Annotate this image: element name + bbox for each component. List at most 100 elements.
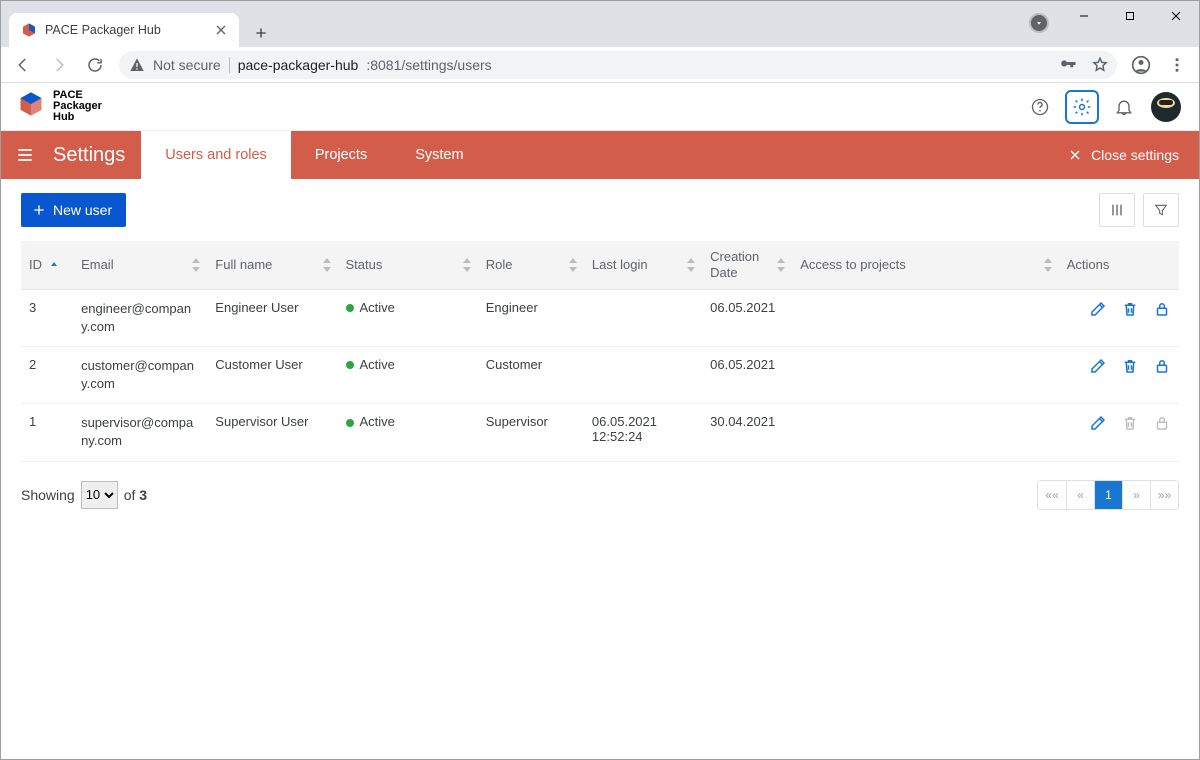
table-row: 1supervisor@company.comSupervisor UserAc… — [21, 404, 1179, 461]
cell-created: 06.05.2021 — [702, 289, 792, 346]
cell-actions — [1059, 346, 1179, 403]
cell-email: engineer@company.com — [73, 289, 207, 346]
cell-id: 1 — [21, 404, 73, 461]
showing-label: Showing — [21, 487, 75, 503]
lock-icon[interactable] — [1153, 300, 1171, 318]
edit-icon[interactable] — [1089, 300, 1107, 318]
content-area: New user ID — [1, 179, 1199, 524]
cube-icon — [21, 22, 37, 38]
col-header-status[interactable]: Status — [338, 241, 478, 289]
col-header-access[interactable]: Access to projects — [792, 241, 1058, 289]
cell-full-name: Engineer User — [207, 289, 337, 346]
delete-icon[interactable] — [1121, 414, 1139, 432]
of-label: of — [124, 487, 136, 503]
app-logo[interactable]: PACE Packager Hub — [17, 90, 102, 123]
status-dot-icon — [346, 304, 354, 312]
table-row: 3engineer@company.comEngineer UserActive… — [21, 289, 1179, 346]
lock-icon[interactable] — [1153, 414, 1171, 432]
url-path: :8081/settings/users — [366, 57, 491, 73]
cell-access — [792, 289, 1058, 346]
key-icon[interactable] — [1059, 56, 1077, 74]
cell-last-login — [584, 289, 702, 346]
browser-toolbar: Not secure pace-packager-hub:8081/settin… — [1, 47, 1199, 83]
sort-icon — [776, 258, 786, 272]
close-settings-button[interactable]: Close settings — [1047, 131, 1199, 179]
tab-projects[interactable]: Projects — [291, 131, 391, 179]
pager-current[interactable]: 1 — [1094, 481, 1122, 509]
lock-icon[interactable] — [1153, 357, 1171, 375]
pager: «« « 1 » »» — [1037, 480, 1179, 510]
cell-created: 30.04.2021 — [702, 404, 792, 461]
cell-last-login — [584, 346, 702, 403]
col-header-full-name[interactable]: Full name — [207, 241, 337, 289]
cube-icon — [17, 90, 45, 123]
app-topbar: PACE Packager Hub — [1, 83, 1199, 131]
bell-icon[interactable] — [1107, 90, 1141, 124]
users-table: ID Email Full name Status Role — [21, 241, 1179, 462]
star-icon[interactable] — [1091, 56, 1109, 74]
not-secure-icon — [129, 57, 145, 73]
kebab-menu-icon[interactable] — [1161, 49, 1193, 81]
delete-icon[interactable] — [1121, 357, 1139, 375]
delete-icon[interactable] — [1121, 300, 1139, 318]
edit-icon[interactable] — [1089, 414, 1107, 432]
tab-search-icon[interactable] — [1029, 13, 1049, 33]
help-icon[interactable] — [1023, 90, 1057, 124]
close-window-button[interactable] — [1153, 1, 1199, 31]
filter-button[interactable] — [1143, 193, 1179, 227]
cell-access — [792, 346, 1058, 403]
close-settings-label: Close settings — [1091, 147, 1179, 163]
cell-role: Supervisor — [478, 404, 584, 461]
reload-button[interactable] — [79, 49, 111, 81]
pager-next[interactable]: » — [1122, 481, 1150, 509]
cell-status: Active — [338, 346, 478, 403]
col-header-creation-date[interactable]: Creation Date — [702, 241, 792, 289]
cell-email: customer@company.com — [73, 346, 207, 403]
page-size-select[interactable]: 10 — [81, 481, 118, 509]
cell-status: Active — [338, 289, 478, 346]
status-dot-icon — [346, 419, 354, 427]
profile-icon[interactable] — [1125, 49, 1157, 81]
col-header-last-login[interactable]: Last login — [584, 241, 702, 289]
cell-email: supervisor@company.com — [73, 404, 207, 461]
not-secure-label: Not secure — [153, 57, 221, 73]
table-footer: Showing 10 of 3 «« « 1 » »» — [21, 480, 1179, 510]
new-user-label: New user — [53, 202, 112, 218]
new-tab-button[interactable] — [247, 19, 275, 47]
col-header-actions: Actions — [1059, 241, 1179, 289]
edit-icon[interactable] — [1089, 357, 1107, 375]
address-bar[interactable]: Not secure pace-packager-hub:8081/settin… — [119, 51, 1117, 79]
pager-prev[interactable]: « — [1066, 481, 1094, 509]
settings-bar: Settings Users and roles Projects System… — [1, 131, 1199, 179]
columns-button[interactable] — [1099, 193, 1135, 227]
tab-system[interactable]: System — [391, 131, 487, 179]
cell-id: 3 — [21, 289, 73, 346]
close-icon[interactable] — [213, 22, 229, 38]
cell-last-login: 06.05.2021 12:52:24 — [584, 404, 702, 461]
tab-users-and-roles[interactable]: Users and roles — [141, 131, 291, 179]
cell-created: 06.05.2021 — [702, 346, 792, 403]
col-header-role[interactable]: Role — [478, 241, 584, 289]
cell-id: 2 — [21, 346, 73, 403]
browser-tab[interactable]: PACE Packager Hub — [9, 13, 239, 47]
cell-status: Active — [338, 404, 478, 461]
menu-icon[interactable] — [1, 131, 49, 179]
pager-last[interactable]: »» — [1150, 481, 1178, 509]
back-button[interactable] — [7, 49, 39, 81]
pager-first[interactable]: «« — [1038, 481, 1066, 509]
table-row: 2customer@company.comCustomer UserActive… — [21, 346, 1179, 403]
col-header-id[interactable]: ID — [21, 241, 73, 289]
cell-actions — [1059, 404, 1179, 461]
forward-button[interactable] — [43, 49, 75, 81]
cell-role: Engineer — [478, 289, 584, 346]
maximize-button[interactable] — [1107, 1, 1153, 31]
avatar[interactable] — [1149, 90, 1183, 124]
minimize-button[interactable] — [1061, 1, 1107, 31]
cell-access — [792, 404, 1058, 461]
new-user-button[interactable]: New user — [21, 193, 126, 227]
sort-icon — [686, 258, 696, 272]
gear-icon[interactable] — [1065, 90, 1099, 124]
window-controls — [1061, 1, 1199, 31]
cell-full-name: Customer User — [207, 346, 337, 403]
col-header-email[interactable]: Email — [73, 241, 207, 289]
